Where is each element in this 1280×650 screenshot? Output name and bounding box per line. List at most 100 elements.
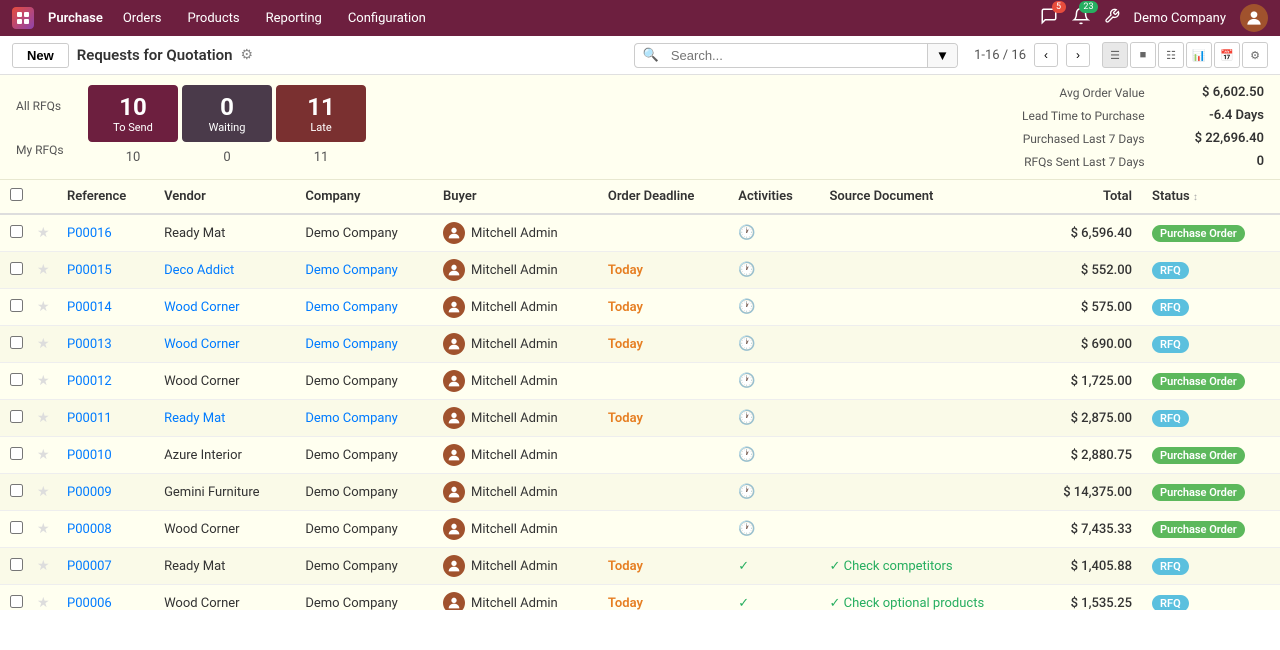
reference-cell[interactable]: P00007 [57, 548, 154, 585]
company-cell[interactable]: Demo Company [295, 585, 433, 611]
star-icon[interactable]: ★ [37, 558, 50, 574]
row-checkbox-cell[interactable] [0, 548, 33, 585]
company-cell[interactable]: Demo Company [295, 214, 433, 252]
user-avatar[interactable] [1240, 4, 1268, 32]
row-checkbox-cell[interactable] [0, 511, 33, 548]
reference-cell[interactable]: P00014 [57, 289, 154, 326]
row-checkbox-cell[interactable] [0, 252, 33, 289]
row-star-cell[interactable]: ★ [33, 363, 57, 400]
row-checkbox[interactable] [10, 521, 23, 534]
star-icon[interactable]: ★ [37, 447, 50, 463]
row-checkbox-cell[interactable] [0, 326, 33, 363]
activities-cell[interactable]: 🕐 [728, 363, 819, 400]
reference-header[interactable]: Reference [57, 180, 154, 214]
reference-cell[interactable]: P00012 [57, 363, 154, 400]
chat-icon-btn[interactable]: 5 [1040, 7, 1058, 29]
list-view-btn[interactable]: ☰ [1102, 42, 1128, 68]
vendor-header[interactable]: Vendor [154, 180, 295, 214]
activities-cell[interactable]: ✓ [728, 585, 819, 611]
vendor-name[interactable]: Ready Mat [164, 411, 225, 426]
row-checkbox[interactable] [10, 299, 23, 312]
star-icon[interactable]: ★ [37, 262, 50, 278]
my-waiting-val[interactable]: 0 [182, 148, 272, 167]
row-checkbox[interactable] [10, 262, 23, 275]
activities-cell[interactable]: 🕐 [728, 326, 819, 363]
row-star-cell[interactable]: ★ [33, 437, 57, 474]
vendor-name[interactable]: Deco Addict [164, 263, 234, 278]
calendar-view-btn[interactable]: 📅 [1214, 42, 1240, 68]
table-view-btn[interactable]: ☷ [1158, 42, 1184, 68]
row-checkbox[interactable] [10, 447, 23, 460]
activities-cell[interactable]: 🕐 [728, 474, 819, 511]
row-checkbox[interactable] [10, 225, 23, 238]
reference-cell[interactable]: P00009 [57, 474, 154, 511]
vendor-cell[interactable]: Wood Corner [154, 363, 295, 400]
row-star-cell[interactable]: ★ [33, 252, 57, 289]
company-cell[interactable]: Demo Company [295, 437, 433, 474]
my-late-val[interactable]: 11 [276, 148, 366, 167]
nav-reporting[interactable]: Reporting [260, 7, 328, 30]
reference-link[interactable]: P00014 [67, 300, 112, 315]
star-icon[interactable]: ★ [37, 225, 50, 241]
star-icon[interactable]: ★ [37, 336, 50, 352]
reference-link[interactable]: P00011 [67, 411, 112, 426]
vendor-cell[interactable]: Ready Mat [154, 548, 295, 585]
reference-cell[interactable]: P00013 [57, 326, 154, 363]
vendor-cell[interactable]: Wood Corner [154, 326, 295, 363]
reference-link[interactable]: P00008 [67, 522, 112, 537]
activities-cell[interactable]: 🕐 [728, 252, 819, 289]
star-icon[interactable]: ★ [37, 373, 50, 389]
star-icon[interactable]: ★ [37, 410, 50, 426]
settings-view-btn[interactable]: ⚙ [1242, 42, 1268, 68]
row-checkbox[interactable] [10, 373, 23, 386]
company-cell[interactable]: Demo Company [295, 326, 433, 363]
company-name-cell[interactable]: Demo Company [305, 300, 397, 315]
company-cell[interactable]: Demo Company [295, 289, 433, 326]
vendor-cell[interactable]: Ready Mat [154, 400, 295, 437]
star-icon[interactable]: ★ [37, 484, 50, 500]
reference-link[interactable]: P00013 [67, 337, 112, 352]
kanban-view-btn[interactable]: ■ [1130, 42, 1156, 68]
activities-cell[interactable]: 🕐 [728, 214, 819, 252]
total-header[interactable]: Total [1033, 180, 1142, 214]
company-header[interactable]: Company [295, 180, 433, 214]
reference-link[interactable]: P00007 [67, 559, 112, 574]
row-checkbox[interactable] [10, 484, 23, 497]
reference-link[interactable]: P00009 [67, 485, 112, 500]
activities-cell[interactable]: 🕐 [728, 400, 819, 437]
search-input[interactable] [667, 44, 927, 67]
prev-page-btn[interactable]: ‹ [1034, 43, 1058, 67]
reference-cell[interactable]: P00006 [57, 585, 154, 611]
vendor-cell[interactable]: Gemini Furniture [154, 474, 295, 511]
vendor-name[interactable]: Wood Corner [164, 337, 239, 352]
row-checkbox-cell[interactable] [0, 289, 33, 326]
row-checkbox[interactable] [10, 595, 23, 608]
row-checkbox-cell[interactable] [0, 585, 33, 611]
activities-header[interactable]: Activities [728, 180, 819, 214]
reference-cell[interactable]: P00011 [57, 400, 154, 437]
activities-cell[interactable]: 🕐 [728, 437, 819, 474]
status-header[interactable]: Status ↕ [1142, 180, 1280, 214]
activities-cell[interactable]: ✓ [728, 548, 819, 585]
row-star-cell[interactable]: ★ [33, 326, 57, 363]
reference-link[interactable]: P00016 [67, 226, 112, 241]
company-cell[interactable]: Demo Company [295, 252, 433, 289]
row-star-cell[interactable]: ★ [33, 214, 57, 252]
row-checkbox[interactable] [10, 558, 23, 571]
select-all-checkbox[interactable] [10, 188, 23, 201]
star-icon[interactable]: ★ [37, 595, 50, 610]
row-checkbox-cell[interactable] [0, 363, 33, 400]
waiting-card[interactable]: 0 Waiting [182, 85, 272, 142]
row-checkbox-cell[interactable] [0, 400, 33, 437]
reference-cell[interactable]: P00008 [57, 511, 154, 548]
row-checkbox-cell[interactable] [0, 214, 33, 252]
reference-cell[interactable]: P00015 [57, 252, 154, 289]
reference-cell[interactable]: P00016 [57, 214, 154, 252]
company-name-cell[interactable]: Demo Company [305, 337, 397, 352]
reference-link[interactable]: P00015 [67, 263, 112, 278]
vendor-cell[interactable]: Deco Addict [154, 252, 295, 289]
row-star-cell[interactable]: ★ [33, 289, 57, 326]
nav-products[interactable]: Products [181, 7, 245, 30]
settings-gear-icon[interactable]: ⚙ [241, 47, 254, 63]
company-cell[interactable]: Demo Company [295, 511, 433, 548]
